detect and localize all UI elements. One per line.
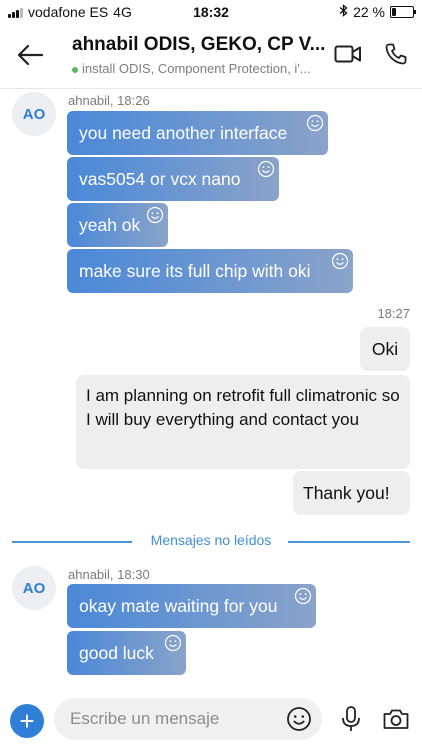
message-text: okay mate waiting for you <box>79 595 278 616</box>
video-camera-icon <box>334 45 361 63</box>
phone-icon <box>385 43 407 65</box>
incoming-message[interactable]: good luck <box>67 631 186 675</box>
battery-icon <box>390 6 416 18</box>
battery-percent: 22 % <box>353 4 385 20</box>
smiley-reaction-icon[interactable] <box>146 206 164 229</box>
emoji-icon <box>287 707 311 731</box>
outgoing-message[interactable]: Oki <box>360 327 410 371</box>
status-bar: vodafone ES 4G 18:32 22 % <box>0 0 422 24</box>
incoming-message[interactable]: make sure its full chip with oki <box>67 249 353 293</box>
sender-time: ahnabil, 18:30 <box>68 567 150 582</box>
incoming-message[interactable]: okay mate waiting for you <box>67 584 316 628</box>
audio-call-button[interactable] <box>384 42 408 71</box>
avatar[interactable]: AO <box>12 566 56 610</box>
status-right: 22 % <box>339 4 416 20</box>
back-button[interactable] <box>14 40 48 70</box>
message-time: 18:27 <box>377 306 410 321</box>
chat-subtitle-text: install ODIS, Component Protection, i'..… <box>82 61 311 76</box>
camera-button[interactable] <box>382 707 410 736</box>
message-text: make sure its full chip with oki <box>79 260 311 281</box>
message-text: yeah ok <box>79 214 141 235</box>
message-text: you need another interface <box>79 122 288 143</box>
message-text: vas5054 or vcx nano <box>79 168 241 189</box>
smiley-reaction-icon[interactable] <box>331 252 349 275</box>
outgoing-message[interactable]: I am planning on retrofit full climatron… <box>76 375 410 469</box>
chat-header: ahnabil ODIS, GEKO, CP V... install ODIS… <box>0 24 422 89</box>
bluetooth-icon <box>339 4 348 20</box>
chat-title[interactable]: ahnabil ODIS, GEKO, CP V... <box>72 34 334 56</box>
camera-icon <box>383 709 409 729</box>
incoming-message[interactable]: vas5054 or vcx nano <box>67 157 279 201</box>
message-text: good luck <box>79 642 154 663</box>
emoji-button[interactable] <box>286 706 312 737</box>
sender-time: ahnabil, 18:26 <box>68 93 150 108</box>
smiley-reaction-icon[interactable] <box>294 587 312 610</box>
smiley-reaction-icon[interactable] <box>257 160 275 183</box>
incoming-message[interactable]: yeah ok <box>67 203 168 247</box>
incoming-message[interactable]: you need another interface <box>67 111 328 155</box>
add-attachment-button[interactable]: + <box>10 704 44 738</box>
outgoing-message[interactable]: Thank you! <box>293 471 410 515</box>
microphone-icon <box>342 706 360 731</box>
message-composer: + <box>0 690 422 750</box>
chat-subtitle[interactable]: install ODIS, Component Protection, i'..… <box>72 61 334 76</box>
voice-message-button[interactable] <box>340 705 362 738</box>
online-status-icon <box>72 66 78 73</box>
unread-divider: Mensajes no leídos <box>12 532 410 552</box>
message-input[interactable] <box>54 698 322 740</box>
avatar[interactable]: AO <box>12 92 56 136</box>
divider-line <box>288 541 410 543</box>
unread-divider-label: Mensajes no leídos <box>150 532 272 548</box>
plus-icon: + <box>19 706 35 736</box>
smiley-reaction-icon[interactable] <box>306 114 324 137</box>
smiley-reaction-icon[interactable] <box>164 634 182 657</box>
video-call-button[interactable] <box>334 44 362 69</box>
arrow-left-icon <box>17 44 44 66</box>
